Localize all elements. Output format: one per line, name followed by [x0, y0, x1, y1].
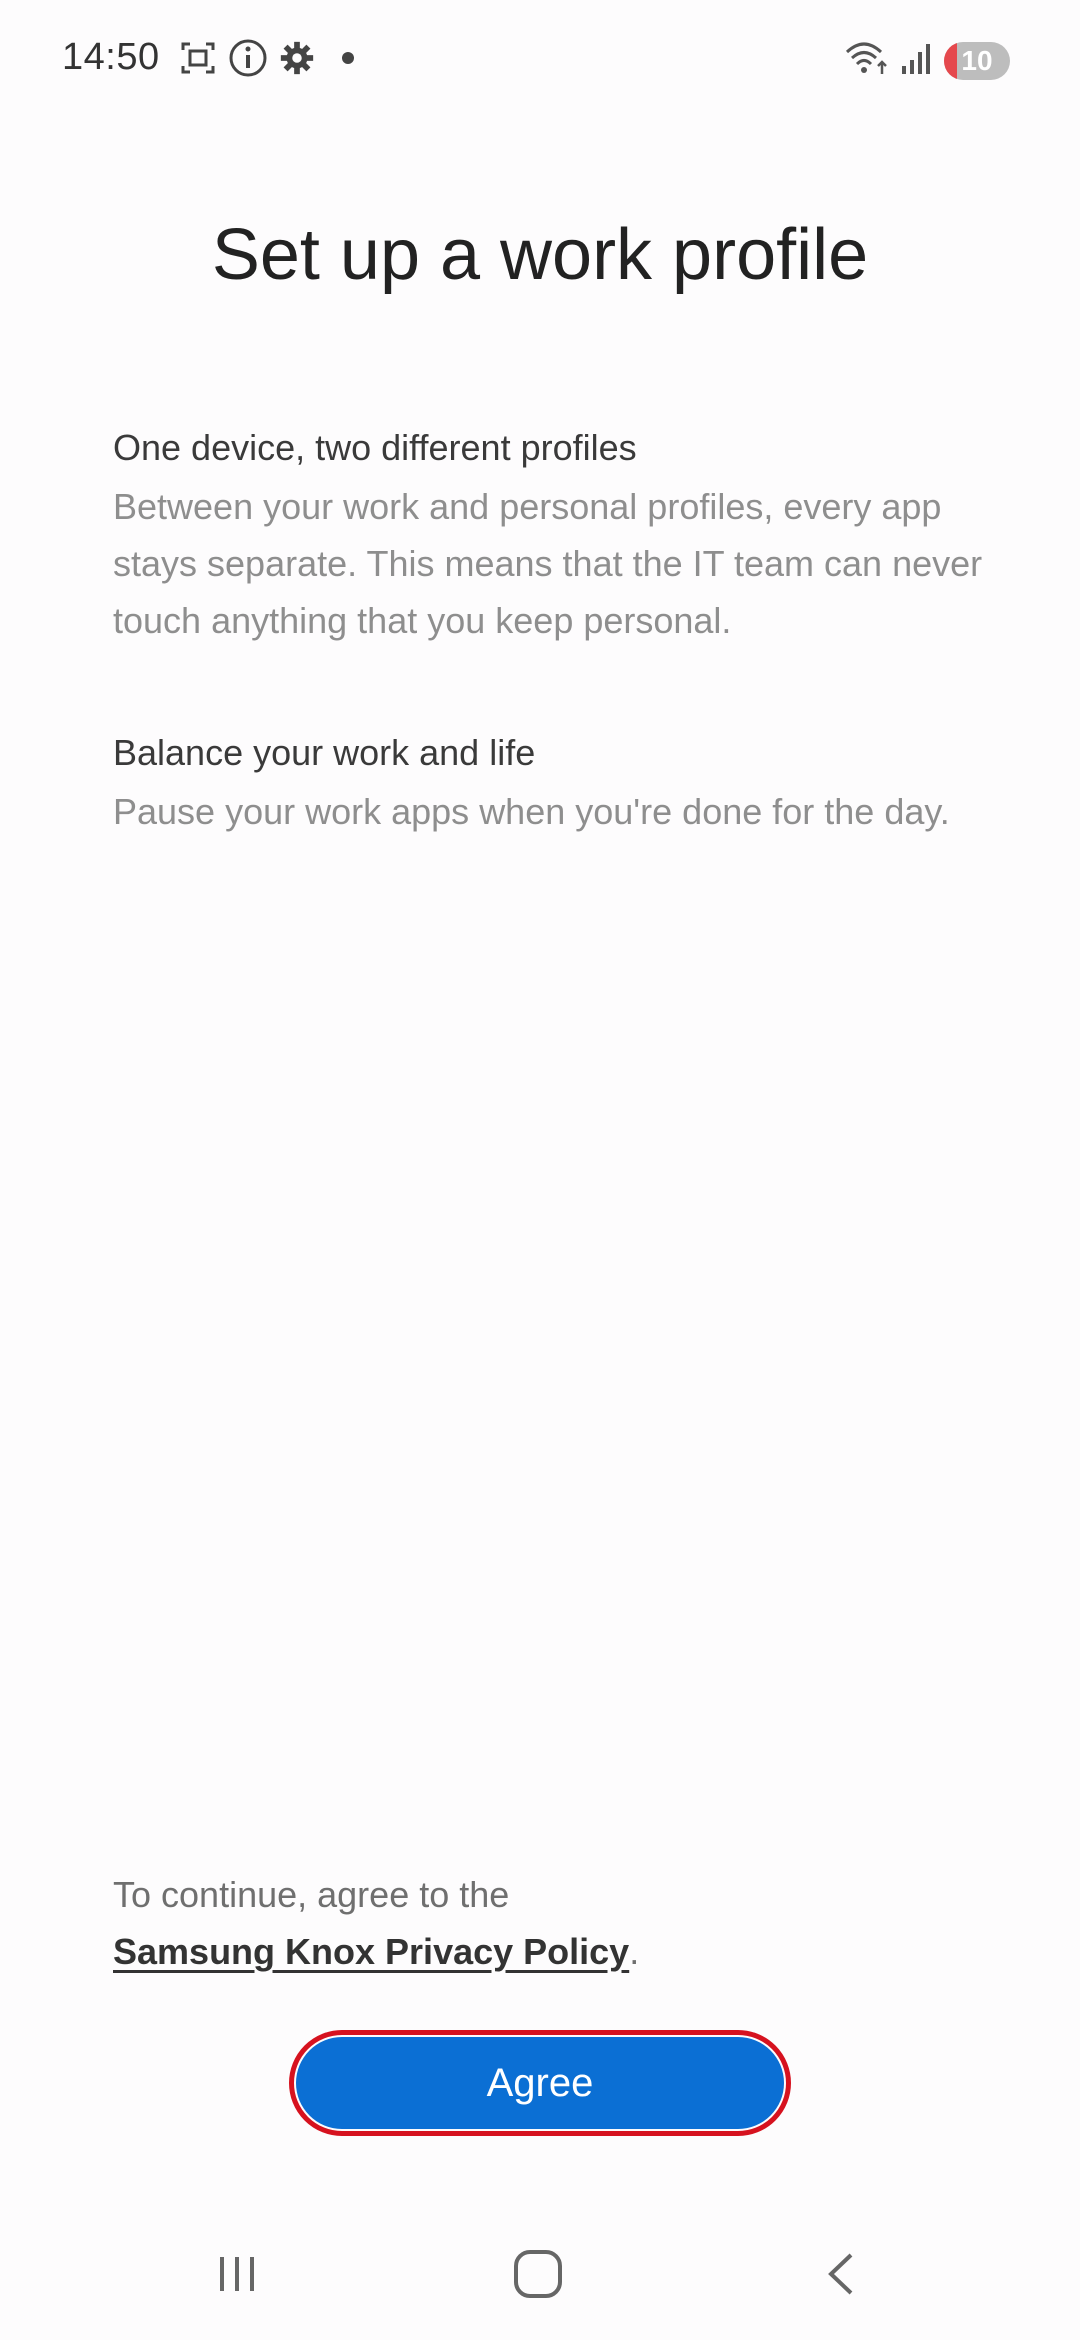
signal-icon	[900, 40, 934, 81]
status-time: 14:50	[62, 36, 160, 78]
status-icons-right: 10	[844, 38, 1010, 83]
page-title: Set up a work profile	[211, 215, 869, 295]
work-life-balance-section: Balance your work and life Pause your wo…	[113, 727, 993, 840]
section-body: Between your work and personal profiles,…	[113, 486, 983, 641]
status-icons-left	[178, 38, 354, 78]
agree-button-highlight: Agree	[289, 2030, 791, 2136]
wifi-icon	[844, 38, 890, 83]
recent-apps-icon[interactable]	[207, 2244, 267, 2304]
profiles-info-section: One device, two different profiles Betwe…	[113, 422, 993, 649]
navigation-bar	[0, 2200, 1080, 2340]
back-icon[interactable]	[812, 2244, 872, 2304]
consent-suffix: .	[629, 1931, 640, 1972]
work-profile-setup-screen: 14:50 10 Set up a work profile One devic…	[0, 0, 1080, 2340]
status-bar: 14:50 10	[0, 0, 1080, 120]
battery-level-text: 10	[961, 44, 993, 76]
screenshot-icon	[178, 38, 218, 78]
consent-text: To continue, agree to the Samsung Knox P…	[113, 1866, 993, 1980]
section-heading: Balance your work and life	[113, 732, 536, 773]
section-body: Pause your work apps when you're done fo…	[113, 791, 950, 832]
privacy-policy-link[interactable]: Samsung Knox Privacy Policy	[113, 1931, 629, 1972]
notification-dot-icon	[342, 52, 354, 64]
info-icon	[228, 38, 268, 78]
agree-button[interactable]: Agree	[296, 2037, 784, 2129]
home-icon[interactable]	[508, 2244, 568, 2304]
section-heading: One device, two different profiles	[113, 427, 637, 468]
battery-icon: 10	[944, 41, 1010, 80]
consent-prefix: To continue, agree to the	[113, 1874, 510, 1915]
settings-gear-icon	[278, 39, 316, 77]
